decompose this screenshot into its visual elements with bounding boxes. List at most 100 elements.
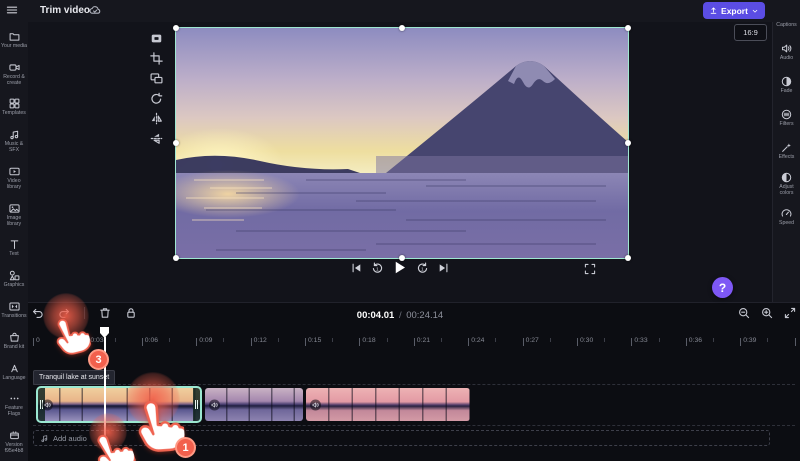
cloud-check-icon xyxy=(89,4,103,18)
rotate-button[interactable] xyxy=(150,92,164,106)
timeline-panel: 00:04.01 / 00:24.14 00:030:060:090:120:1… xyxy=(28,302,800,461)
image-icon xyxy=(9,203,20,214)
record-icon xyxy=(9,62,20,73)
redo-button[interactable] xyxy=(58,307,70,319)
ruler-minor-tick xyxy=(550,338,551,342)
left-rail-item-language[interactable]: Language xyxy=(0,357,28,388)
left-rail-item-video-library[interactable]: Video library xyxy=(0,160,28,197)
aspect-ratio-badge: 16:9 xyxy=(734,24,767,41)
crop-button[interactable] xyxy=(150,52,164,66)
left-rail-item-image-library[interactable]: Image library xyxy=(0,197,28,234)
menu-icon[interactable] xyxy=(6,4,20,18)
right-rail-item-filters[interactable]: Filters xyxy=(773,105,800,132)
resize-handle-bottom-left[interactable] xyxy=(173,255,179,261)
zoom-out-button[interactable] xyxy=(738,307,750,319)
delete-button[interactable] xyxy=(99,307,111,319)
rail-item-label: Your media xyxy=(1,44,28,50)
ruler-minor-tick xyxy=(659,338,660,342)
export-button[interactable]: Export xyxy=(703,2,765,19)
rail-item-label: Record & create xyxy=(1,75,28,87)
resize-handle-top-left[interactable] xyxy=(173,25,179,31)
upload-icon xyxy=(709,6,718,15)
video-preview[interactable] xyxy=(175,27,629,259)
picture-in-picture-button[interactable] xyxy=(150,72,164,86)
resize-handle-bottom-right[interactable] xyxy=(625,255,631,261)
ruler-tick xyxy=(686,338,687,346)
ruler-tick xyxy=(631,338,632,346)
left-rail-item-your-media[interactable]: Your media xyxy=(0,25,28,56)
time-separator: / xyxy=(399,310,402,321)
timeline-clip-clip-3[interactable] xyxy=(306,388,470,421)
fade-icon xyxy=(781,76,792,87)
add-audio-button[interactable]: Add audio xyxy=(33,430,770,446)
right-rail-item-audio[interactable]: Audio xyxy=(773,39,800,66)
help-button[interactable]: ? xyxy=(712,277,733,298)
lock-button[interactable] xyxy=(125,307,137,319)
version-icon xyxy=(9,430,20,441)
rail-item-label: Templates xyxy=(1,111,28,117)
left-rail-item-version-f95e4b8[interactable]: Version f95e4b8 xyxy=(0,424,28,461)
flip-horizontal-button[interactable] xyxy=(150,112,164,126)
ruler-tick xyxy=(414,338,415,346)
rail-item-label: Adjust colors xyxy=(773,185,800,197)
export-label: Export xyxy=(721,6,748,16)
track-divider xyxy=(33,384,795,385)
left-rail-item-transitions[interactable]: Transitions xyxy=(0,295,28,326)
right-rail-item-speed[interactable]: Speed xyxy=(773,204,800,231)
timeline-clip-tranquil-lake-at-sunset[interactable] xyxy=(38,388,200,421)
clip-name-tooltip: Tranquil lake at sunset xyxy=(33,370,115,385)
left-rail-item-music-sfx[interactable]: Music & SFX xyxy=(0,123,28,160)
ruler-tick xyxy=(142,338,143,346)
rail-item-label: Filters xyxy=(773,122,800,128)
ruler-label: 0 xyxy=(36,337,40,344)
left-rail-item-templates[interactable]: Templates xyxy=(0,93,28,124)
fit-timeline-button[interactable] xyxy=(784,307,796,319)
rewind-1s-button[interactable]: 1 xyxy=(372,262,384,274)
ruler-tick xyxy=(359,338,360,346)
right-rail-item-effects[interactable]: Effects xyxy=(773,138,800,165)
right-rail-item-fade[interactable]: Fade xyxy=(773,72,800,99)
timeline-zoom-controls xyxy=(738,307,796,319)
ruler-label: 0:30 xyxy=(580,337,593,344)
ruler-minor-tick xyxy=(169,338,170,342)
left-rail-item-graphics[interactable]: Graphics xyxy=(0,264,28,295)
left-rail-item-record-create[interactable]: Record & create xyxy=(0,56,28,93)
ruler-label: 0:24 xyxy=(471,337,484,344)
resize-handle-top-right[interactable] xyxy=(625,25,631,31)
trim-handle-right[interactable] xyxy=(193,388,200,421)
svg-text:1: 1 xyxy=(421,266,424,272)
resize-handle-top-center[interactable] xyxy=(399,25,405,31)
right-rail-item-adjust-colors[interactable]: Adjust colors xyxy=(773,171,800,198)
resize-handle-mid-left[interactable] xyxy=(173,140,179,146)
resize-handle-bottom-center[interactable] xyxy=(399,255,405,261)
rail-item-label: Music & SFX xyxy=(1,142,28,154)
skip-to-start-button[interactable] xyxy=(351,262,363,274)
flip-vertical-button[interactable] xyxy=(150,132,164,146)
ruler-label: 0:18 xyxy=(362,337,375,344)
language-icon xyxy=(9,363,20,374)
fill-button[interactable] xyxy=(150,32,164,46)
ruler-label: 0:15 xyxy=(308,337,321,344)
timeline-clip-clip-2[interactable] xyxy=(205,388,303,421)
ruler-label: 0:21 xyxy=(417,337,430,344)
play-button[interactable] xyxy=(393,260,408,275)
ruler-minor-tick xyxy=(278,338,279,342)
left-rail-item-brand-kit[interactable]: Brand kit xyxy=(0,326,28,357)
left-rail-item-text[interactable]: Text xyxy=(0,234,28,265)
left-rail-item-feature-flags[interactable]: Feature Flags xyxy=(0,387,28,424)
resize-handle-mid-right[interactable] xyxy=(625,140,631,146)
svg-text:1: 1 xyxy=(376,266,379,272)
fullscreen-button[interactable] xyxy=(584,263,596,275)
zoom-in-button[interactable] xyxy=(761,307,773,319)
undo-button[interactable] xyxy=(32,307,44,319)
ruler-tick xyxy=(468,338,469,346)
clip-audio-icon xyxy=(209,399,220,410)
forward-1s-button[interactable]: 1 xyxy=(417,262,429,274)
timeline-ruler[interactable]: 00:030:060:090:120:150:180:210:240:270:3… xyxy=(28,334,800,354)
clip-thumbnails xyxy=(38,388,200,421)
toolbar-divider xyxy=(84,307,85,319)
total-time: 00:24.14 xyxy=(406,310,443,321)
top-bar: Trim video Export xyxy=(0,0,800,22)
ruler-label: 0:36 xyxy=(689,337,702,344)
skip-to-end-button[interactable] xyxy=(438,262,450,274)
